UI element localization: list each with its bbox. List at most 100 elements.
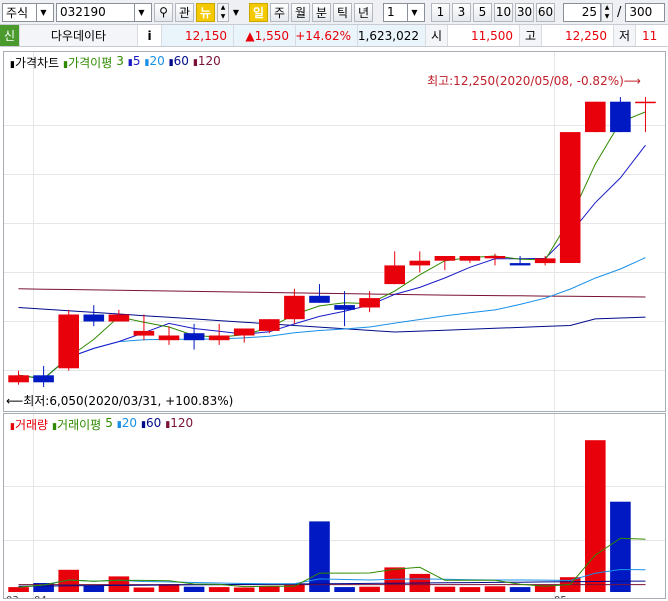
x-axis-label: 05 bbox=[554, 595, 567, 598]
chevron-down-icon[interactable]: ▼ bbox=[36, 3, 50, 21]
open-label: 시 bbox=[426, 25, 448, 46]
candle-body bbox=[33, 375, 54, 383]
price-change: ▲1,550 bbox=[234, 25, 296, 46]
view-count-stepper[interactable]: ▲ ▼ bbox=[601, 2, 613, 22]
total-count-field[interactable]: 300 bbox=[625, 2, 666, 22]
search-icon: ⚲ bbox=[159, 5, 168, 19]
candle-body bbox=[8, 375, 29, 383]
view-count-field[interactable]: 25 bbox=[563, 2, 601, 22]
market-select[interactable]: 주식 ▼ bbox=[2, 2, 54, 22]
legend-ma20: ▮20 bbox=[144, 54, 165, 68]
candle-body bbox=[133, 330, 155, 336]
news-button[interactable]: 뉴 bbox=[196, 2, 215, 22]
x-axis-label: 04 bbox=[34, 595, 47, 598]
change-rate: +14.62% bbox=[295, 25, 358, 46]
stock-code-value: 032190 bbox=[60, 5, 106, 19]
credit-badge: 신 bbox=[0, 25, 20, 46]
legend-vma60: ▮60 bbox=[141, 416, 162, 430]
candle-body bbox=[233, 328, 255, 336]
price-chart-panel[interactable]: ▮가격차트 ▮가격이평 3 ▮5 ▮20 ▮60 ▮120 최고:12,250(… bbox=[3, 51, 666, 412]
volume-bar bbox=[459, 587, 481, 592]
chevron-down-icon[interactable]: ▼ bbox=[407, 3, 421, 21]
volume-bar bbox=[509, 587, 531, 592]
volume-chart-panel[interactable]: 03 04 05 ▮거래량 ▮거래이평 5 ▮20 ▮60 ▮120 bbox=[3, 413, 666, 599]
volume-bar bbox=[83, 585, 105, 592]
legend-ma120: ▮120 bbox=[192, 54, 221, 68]
chart-toolbar: 주식 ▼ 032190 ▼ ⚲ 관 뉴 ▲ ▼ ▼ 일주월분틱년 1 ▼ 135… bbox=[0, 0, 668, 25]
volume-bar bbox=[8, 587, 29, 592]
volume-bar bbox=[58, 569, 79, 592]
legend-vma20: ▮20 bbox=[116, 416, 138, 430]
period-tab-5[interactable]: 년 bbox=[354, 2, 373, 22]
quote-bar: 신 다우데이타 i 12,150 ▲1,550 +14.62% 1,623,02… bbox=[0, 25, 668, 47]
caret-up-icon[interactable]: ▲ bbox=[221, 4, 226, 11]
period-tab-1[interactable]: 주 bbox=[270, 2, 289, 22]
candle-body bbox=[509, 263, 531, 266]
candle-body bbox=[309, 295, 330, 303]
period-tab-4[interactable]: 틱 bbox=[333, 2, 352, 22]
volume-legend: ▮거래량 ▮거래이평 5 ▮20 ▮60 ▮120 bbox=[10, 416, 193, 433]
market-select-label: 주식 bbox=[6, 5, 29, 20]
stock-code-field[interactable]: 032190 ▼ bbox=[56, 2, 152, 22]
caret-down-icon[interactable]: ▼ bbox=[605, 13, 610, 20]
interval-button-5[interactable]: 5 bbox=[473, 2, 492, 22]
period-tab-3[interactable]: 분 bbox=[312, 2, 331, 22]
interval-buttons: 1 3 5 10 30 60 bbox=[429, 2, 555, 22]
low-label: 저 bbox=[614, 25, 636, 46]
candle-body bbox=[259, 319, 280, 331]
candle-body bbox=[334, 305, 355, 310]
ma3-line bbox=[18, 111, 646, 380]
volume-bar bbox=[334, 587, 355, 592]
news-label: 뉴 bbox=[199, 5, 212, 20]
candle-body bbox=[534, 258, 556, 264]
legend-vma5: 5 bbox=[105, 416, 113, 430]
volume-bar bbox=[183, 586, 205, 592]
high-value: 12,250 bbox=[542, 25, 614, 46]
candle-body bbox=[434, 256, 456, 261]
legend-price-title: ▮가격차트 bbox=[10, 56, 60, 70]
stepper-menu-button[interactable]: ▼ bbox=[231, 3, 241, 22]
period-tab-0[interactable]: 일 bbox=[249, 2, 268, 22]
volume-bar bbox=[585, 440, 606, 592]
unit-select[interactable]: 1 ▼ bbox=[383, 2, 425, 22]
candle-body bbox=[284, 295, 305, 320]
volume-bar bbox=[359, 586, 380, 592]
legend-ma60: ▮60 bbox=[168, 54, 189, 68]
max-annotation: 최고:12,250(2020/05/08, -0.82%)⟶ bbox=[427, 72, 641, 89]
chevron-down-icon: ▼ bbox=[232, 7, 240, 17]
relation-button[interactable]: 관 bbox=[175, 2, 194, 22]
legend-volume-ma: ▮거래이평 bbox=[52, 418, 102, 432]
candle-body bbox=[158, 335, 180, 341]
legend-volume-title: ▮거래량 bbox=[10, 418, 49, 432]
caret-up-icon[interactable]: ▲ bbox=[605, 4, 610, 11]
volume-bar bbox=[208, 587, 230, 592]
legend-ma5: ▮5 bbox=[127, 54, 141, 68]
interval-button-60[interactable]: 60 bbox=[536, 2, 555, 22]
candle-body bbox=[585, 101, 606, 133]
candle-body bbox=[409, 260, 431, 266]
candle-body bbox=[559, 132, 581, 263]
caret-down-icon[interactable]: ▼ bbox=[221, 13, 226, 20]
interval-button-30[interactable]: 30 bbox=[515, 2, 534, 22]
relation-label: 관 bbox=[178, 5, 191, 20]
candle-body bbox=[359, 298, 380, 308]
volume-bar bbox=[484, 586, 506, 592]
interval-button-10[interactable]: 10 bbox=[494, 2, 513, 22]
volume-bar bbox=[233, 587, 255, 592]
period-tab-2[interactable]: 월 bbox=[291, 2, 310, 22]
legend-vma120: ▮120 bbox=[165, 416, 194, 430]
volume-bar bbox=[259, 586, 280, 592]
interval-button-1[interactable]: 1 bbox=[431, 2, 450, 22]
price-chart[interactable] bbox=[4, 52, 665, 411]
low-value: 11 bbox=[642, 28, 658, 43]
period-tabs: 일주월분틱년 bbox=[247, 2, 373, 22]
candle-body bbox=[635, 101, 656, 104]
arrow-left-icon: ⟵ bbox=[6, 394, 24, 408]
chevron-down-icon[interactable]: ▼ bbox=[134, 3, 148, 21]
stock-stepper[interactable]: ▲ ▼ bbox=[217, 2, 229, 22]
info-button[interactable]: i bbox=[138, 25, 162, 46]
volume-chart[interactable]: 03 04 05 bbox=[4, 414, 665, 598]
interval-button-3[interactable]: 3 bbox=[452, 2, 471, 22]
search-button[interactable]: ⚲ bbox=[154, 2, 173, 22]
volume-value: 1,623,022 bbox=[358, 25, 426, 46]
